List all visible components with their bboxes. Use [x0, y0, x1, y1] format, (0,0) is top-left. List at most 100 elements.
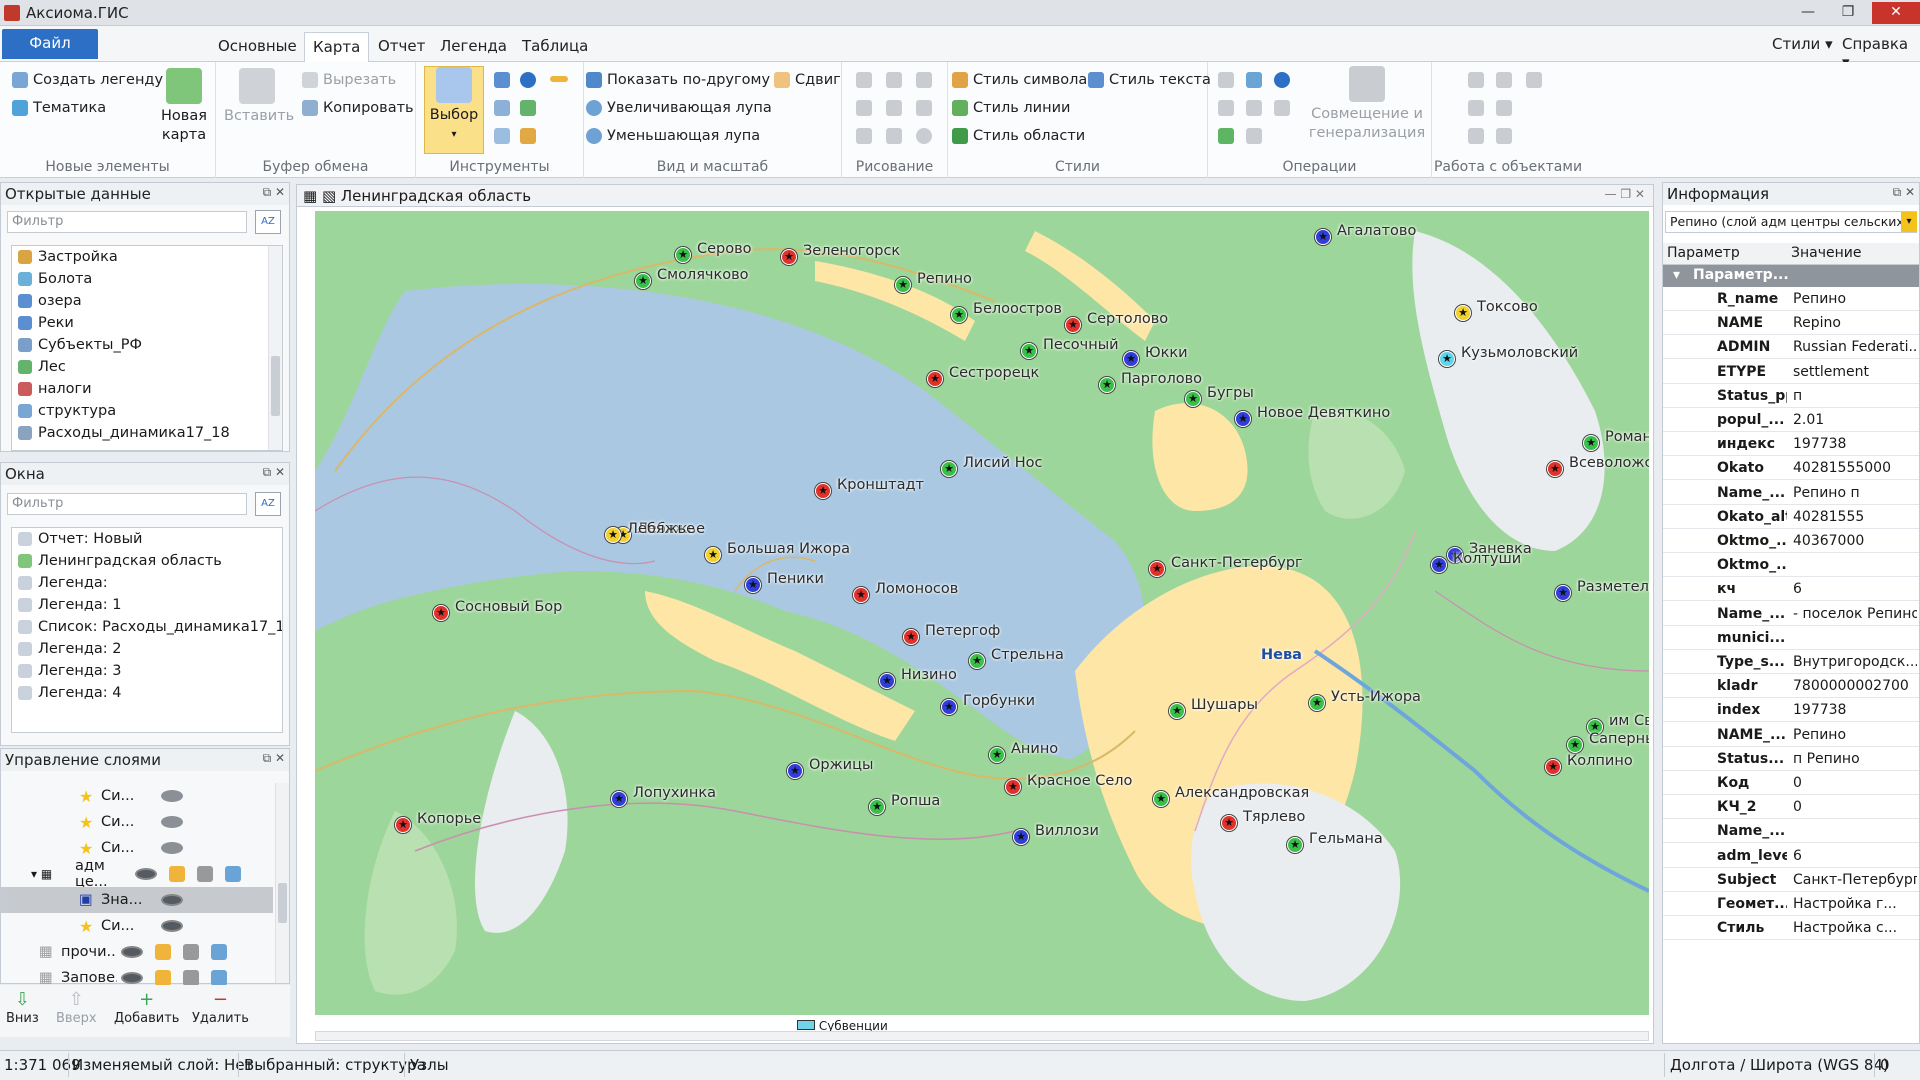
open-data-item[interactable]: Расходы_динамика17_18: [12, 422, 282, 444]
settlement-marker-icon[interactable]: ★: [433, 605, 449, 621]
horizontal-scrollbar[interactable]: [315, 1031, 1649, 1041]
settlement-marker-icon[interactable]: ★: [1431, 557, 1447, 573]
text-style-button[interactable]: Стиль текста: [1088, 72, 1211, 88]
visibility-eye-icon[interactable]: [121, 972, 143, 984]
info-row[interactable]: adm_level 6: [1663, 844, 1919, 868]
settlement-marker-icon[interactable]: ★: [869, 799, 885, 815]
polygon-icon[interactable]: [886, 72, 902, 88]
window-item[interactable]: Легенда: 2: [12, 638, 282, 660]
settlement-marker-icon[interactable]: ★: [635, 273, 651, 289]
paste-button[interactable]: Вставить: [224, 68, 294, 126]
settlement-marker-icon[interactable]: ★: [745, 577, 761, 593]
settlement-marker-icon[interactable]: ★: [611, 791, 627, 807]
window-item[interactable]: Ленинградская область: [12, 550, 282, 572]
label-tool-icon[interactable]: [520, 128, 536, 144]
settlement-marker-icon[interactable]: ★: [853, 587, 869, 603]
ruler-icon[interactable]: [550, 76, 568, 82]
polyline-icon[interactable]: [886, 100, 902, 116]
settlement-marker-icon[interactable]: ★: [1439, 351, 1455, 367]
zoom-out-button[interactable]: Уменьшающая лупа: [586, 128, 760, 144]
info-row[interactable]: NAME Repino: [1663, 311, 1919, 336]
obj-icon[interactable]: [1468, 100, 1484, 116]
text-icon[interactable]: [856, 100, 872, 116]
info-row[interactable]: ETYPE settlement: [1663, 360, 1919, 384]
settlement-marker-icon[interactable]: ★: [879, 673, 895, 689]
settlement-marker-icon[interactable]: ★: [1149, 561, 1165, 577]
sort-az-button[interactable]: AZ: [255, 492, 281, 516]
op-icon[interactable]: [1274, 72, 1290, 88]
info-row[interactable]: Name_... - поселок Репино: [1663, 602, 1919, 626]
panel-buttons[interactable]: ⧉ ✕: [263, 465, 285, 480]
settlement-marker-icon[interactable]: ★: [1583, 435, 1599, 451]
pen-icon[interactable]: [183, 970, 199, 986]
editable-icon[interactable]: [169, 866, 185, 882]
editable-icon[interactable]: [155, 944, 171, 960]
maximize-button[interactable]: ❐: [1828, 2, 1868, 24]
window-item[interactable]: Легенда: 4: [12, 682, 282, 704]
close-icon[interactable]: [1526, 72, 1542, 88]
open-data-filter-input[interactable]: Фильтр: [7, 211, 247, 233]
open-data-item[interactable]: Субъекты_РФ: [12, 334, 282, 356]
create-legend-button[interactable]: Создать легенду: [12, 72, 163, 88]
obj-icon[interactable]: [1496, 72, 1512, 88]
scrollbar[interactable]: [268, 246, 282, 450]
cut-button[interactable]: Вырезать: [302, 72, 396, 88]
line-icon[interactable]: [856, 128, 872, 144]
combine-generalize-button[interactable]: Совмещение и генерализация: [1308, 66, 1426, 143]
info-row[interactable]: popul_... 2.01: [1663, 408, 1919, 432]
settlement-marker-icon[interactable]: ★: [1065, 317, 1081, 333]
panel-buttons[interactable]: ⧉ ✕: [1893, 185, 1915, 200]
styles-menu[interactable]: Стили ▾: [1772, 35, 1833, 53]
window-item[interactable]: Легенда: 3: [12, 660, 282, 682]
settlement-marker-icon[interactable]: ★: [1315, 229, 1331, 245]
op-icon[interactable]: [1274, 100, 1290, 116]
info-row[interactable]: Oktmo_...: [1663, 553, 1919, 578]
area-style-button[interactable]: Стиль области: [952, 128, 1085, 144]
info-row[interactable]: Status... п Репино: [1663, 747, 1919, 771]
layer-row[interactable]: ▣ Зна...: [1, 887, 273, 913]
tool-icon[interactable]: [494, 72, 510, 88]
file-menu-button[interactable]: Файл: [2, 29, 98, 59]
add-layer-button[interactable]: + Добавить: [114, 989, 179, 1026]
copy-button[interactable]: Копировать: [302, 100, 414, 116]
param-group-row[interactable]: ▾ Параметр...: [1663, 265, 1919, 287]
info-row[interactable]: NAME_... Репино: [1663, 723, 1919, 747]
layer-row[interactable]: ▦ прочи...: [1, 939, 273, 965]
scrollbar[interactable]: [275, 783, 289, 983]
visibility-eye-icon[interactable]: [161, 816, 183, 828]
settlement-marker-icon[interactable]: ★: [1169, 703, 1185, 719]
remove-layer-button[interactable]: − Удалить: [192, 989, 249, 1026]
visibility-eye-icon[interactable]: [121, 946, 143, 958]
map-window-controls[interactable]: — ❐ ✕: [1605, 187, 1645, 201]
open-data-item[interactable]: Болота: [12, 268, 282, 290]
settlement-marker-icon[interactable]: ★: [815, 483, 831, 499]
obj-icon[interactable]: [1468, 72, 1484, 88]
symbol-style-button[interactable]: Стиль символа: [952, 72, 1087, 88]
settlement-marker-icon[interactable]: ★: [1567, 737, 1583, 753]
minimize-button[interactable]: —: [1788, 2, 1828, 24]
select-tool-button[interactable]: Выбор ▾: [424, 66, 484, 154]
map-canvas[interactable]: ★ Агалатово ★ Серово ★ Зеленогорск ★ Смолячково…: [315, 211, 1649, 1015]
settlement-marker-icon[interactable]: ★: [1287, 837, 1303, 853]
settlement-marker-icon[interactable]: ★: [705, 547, 721, 563]
visibility-eye-icon[interactable]: [161, 920, 183, 932]
tab-legend[interactable]: Легенда: [432, 32, 515, 62]
nodes-toggle[interactable]: Узлы: [410, 1056, 449, 1074]
info-row[interactable]: Стиль Настройка с...: [1663, 916, 1919, 941]
open-data-item[interactable]: Реки: [12, 312, 282, 334]
info-row[interactable]: Name_... Репино п: [1663, 481, 1919, 505]
tab-report[interactable]: Отчет: [370, 32, 433, 62]
layer-row[interactable]: ★ Си...: [1, 809, 273, 835]
settlement-marker-icon[interactable]: ★: [1547, 461, 1563, 477]
arc-icon[interactable]: [886, 128, 902, 144]
windows-filter-input[interactable]: Фильтр: [7, 493, 247, 515]
settlement-marker-icon[interactable]: ★: [941, 461, 957, 477]
settlement-marker-icon[interactable]: ★: [1099, 377, 1115, 393]
settlement-marker-icon[interactable]: ★: [1455, 305, 1471, 321]
sort-az-button[interactable]: AZ: [255, 210, 281, 234]
info-row[interactable]: kladr 7800000002700: [1663, 674, 1919, 699]
panel-buttons[interactable]: ⧉ ✕: [263, 185, 285, 200]
info-row[interactable]: Type_s... Внутригородск...: [1663, 650, 1919, 674]
visibility-eye-icon[interactable]: [161, 842, 183, 854]
info-row[interactable]: Код 0: [1663, 771, 1919, 795]
